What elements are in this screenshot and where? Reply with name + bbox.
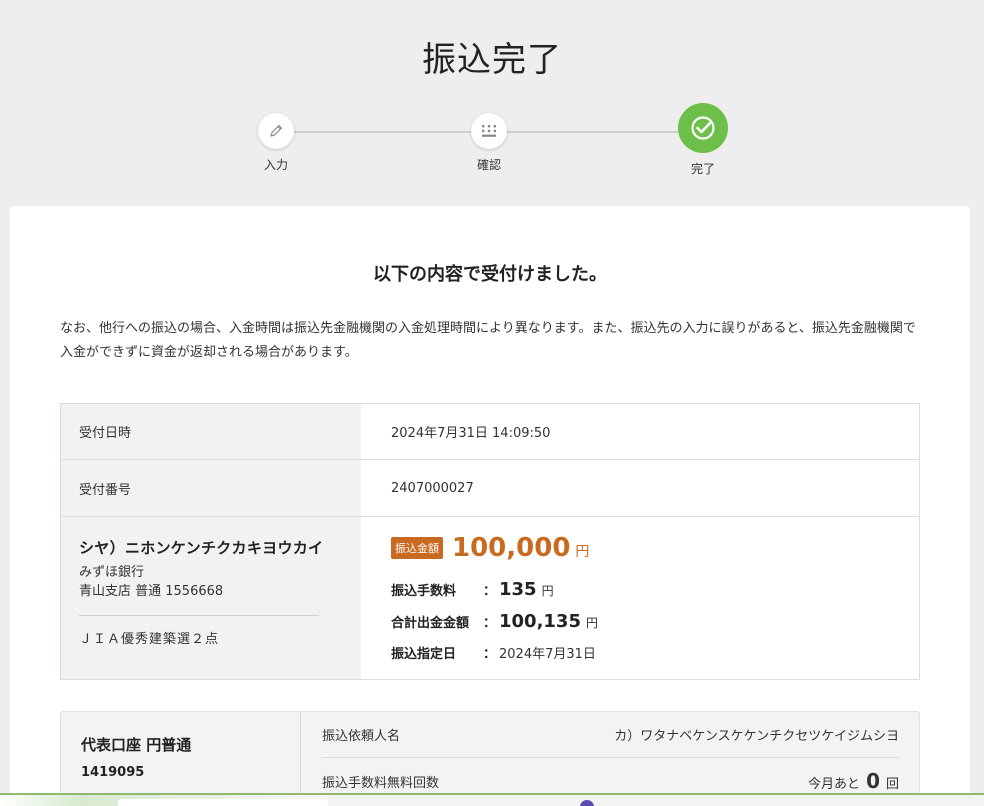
table-row: 受付番号 2407000027: [61, 460, 919, 517]
payee-memo: ＪＩＡ優秀建築選２点: [79, 632, 220, 647]
transfer-details-table: 受付日時 2024年7月31日 14:09:50 受付番号 2407000027…: [60, 403, 920, 680]
result-card: 以下の内容で受付けました。 なお、他行への振込の場合、入金時間は振込先金融機関の…: [10, 206, 970, 806]
step-label: 確認: [476, 158, 501, 172]
status-dot-icon: [580, 800, 594, 806]
free-count-prefix: 今月あと: [808, 777, 861, 792]
amount-value: 100,000: [452, 533, 571, 563]
step-input: 入力: [216, 113, 336, 173]
payee-bank: みずほ銀行 青山支店 普通 1556668: [79, 563, 343, 601]
amount-info: 振込金額 100,000 円 振込手数料 ： 135 円 合計出金金額 ： 10…: [361, 517, 919, 679]
fee-colon: ：: [483, 584, 497, 599]
step-label: 入力: [263, 158, 288, 172]
amount-unit: 円: [575, 544, 590, 560]
account-number: 1419095: [81, 765, 145, 780]
account-type: 代表口座 円普通: [81, 736, 192, 754]
total-unit: 円: [585, 616, 598, 630]
result-heading: 以下の内容で受付けました。: [373, 264, 607, 285]
fee-unit: 円: [541, 584, 554, 598]
progress-stepper: 入力 確認 完了: [0, 103, 984, 190]
step-complete: 完了: [643, 103, 763, 177]
free-count-value: 0: [866, 769, 880, 793]
total-colon: ：: [483, 616, 497, 631]
step-label: 完了: [690, 162, 715, 176]
account-details: 振込依頼人名 カ）ワタナベケンスケケンチクセツケイジムシヨ 振込手数料無料回数 …: [302, 712, 919, 804]
requester-row: 振込依頼人名 カ）ワタナベケンスケケンチクセツケイジムシヨ: [322, 712, 899, 758]
free-count-label: 振込手数料無料回数: [322, 775, 440, 791]
notice-text: なお、他行への振込の場合、入金時間は振込先金融機関の入金処理時間により異なります…: [60, 321, 916, 360]
received-at-value: 2024年7月31日 14:09:50: [391, 426, 551, 441]
keypad-icon: [471, 113, 507, 149]
total-label: 合計出金金額: [391, 616, 470, 631]
pencil-icon: [258, 113, 294, 149]
date-label: 振込指定日: [391, 647, 457, 662]
date-colon: ：: [483, 647, 497, 662]
receipt-number-value: 2407000027: [391, 480, 474, 496]
date-line: 振込指定日 ： 2024年7月31日: [391, 643, 889, 665]
check-circle-icon: [678, 103, 728, 153]
requester-value: カ）ワタナベケンスケケンチクセツケイジムシヨ: [614, 729, 899, 744]
requester-label: 振込依頼人名: [322, 729, 401, 744]
divider: [79, 615, 319, 616]
free-count-unit: 回: [885, 777, 899, 792]
fee-line: 振込手数料 ： 135 円: [391, 579, 889, 601]
total-value: 100,135: [499, 611, 581, 632]
fee-label: 振込手数料: [391, 584, 457, 599]
step-confirm: 確認: [429, 113, 549, 173]
free-count: 今月あと 0 回: [808, 769, 899, 793]
table-row: 受付日時 2024年7月31日 14:09:50: [61, 404, 919, 460]
receipt-number-label: 受付番号: [61, 460, 361, 516]
browser-bottom-bar: [0, 793, 984, 806]
page-title: 振込完了: [422, 40, 562, 80]
date-value: 2024年7月31日: [499, 647, 596, 662]
fee-value: 135: [499, 579, 537, 600]
account-summary: 代表口座 円普通 1419095: [61, 712, 301, 806]
transfer-amount: 振込金額 100,000 円: [391, 533, 889, 563]
amount-badge: 振込金額: [391, 537, 443, 559]
bottom-tab[interactable]: [118, 799, 328, 806]
payee-bank-name: みずほ銀行: [79, 565, 145, 580]
payee-info: シヤ）ニホンケンチクカキヨウカイ みずほ銀行 青山支店 普通 1556668 Ｊ…: [61, 517, 361, 679]
table-row: シヤ）ニホンケンチクカキヨウカイ みずほ銀行 青山支店 普通 1556668 Ｊ…: [61, 517, 919, 679]
payee-branch-account: 青山支店 普通 1556668: [79, 584, 224, 599]
received-at-label: 受付日時: [61, 404, 361, 459]
total-line: 合計出金金額 ： 100,135 円: [391, 611, 889, 633]
source-account-box: 代表口座 円普通 1419095 振込依頼人名 カ）ワタナベケンスケケンチクセツ…: [60, 711, 920, 806]
payee-name: シヤ）ニホンケンチクカキヨウカイ: [79, 539, 324, 557]
